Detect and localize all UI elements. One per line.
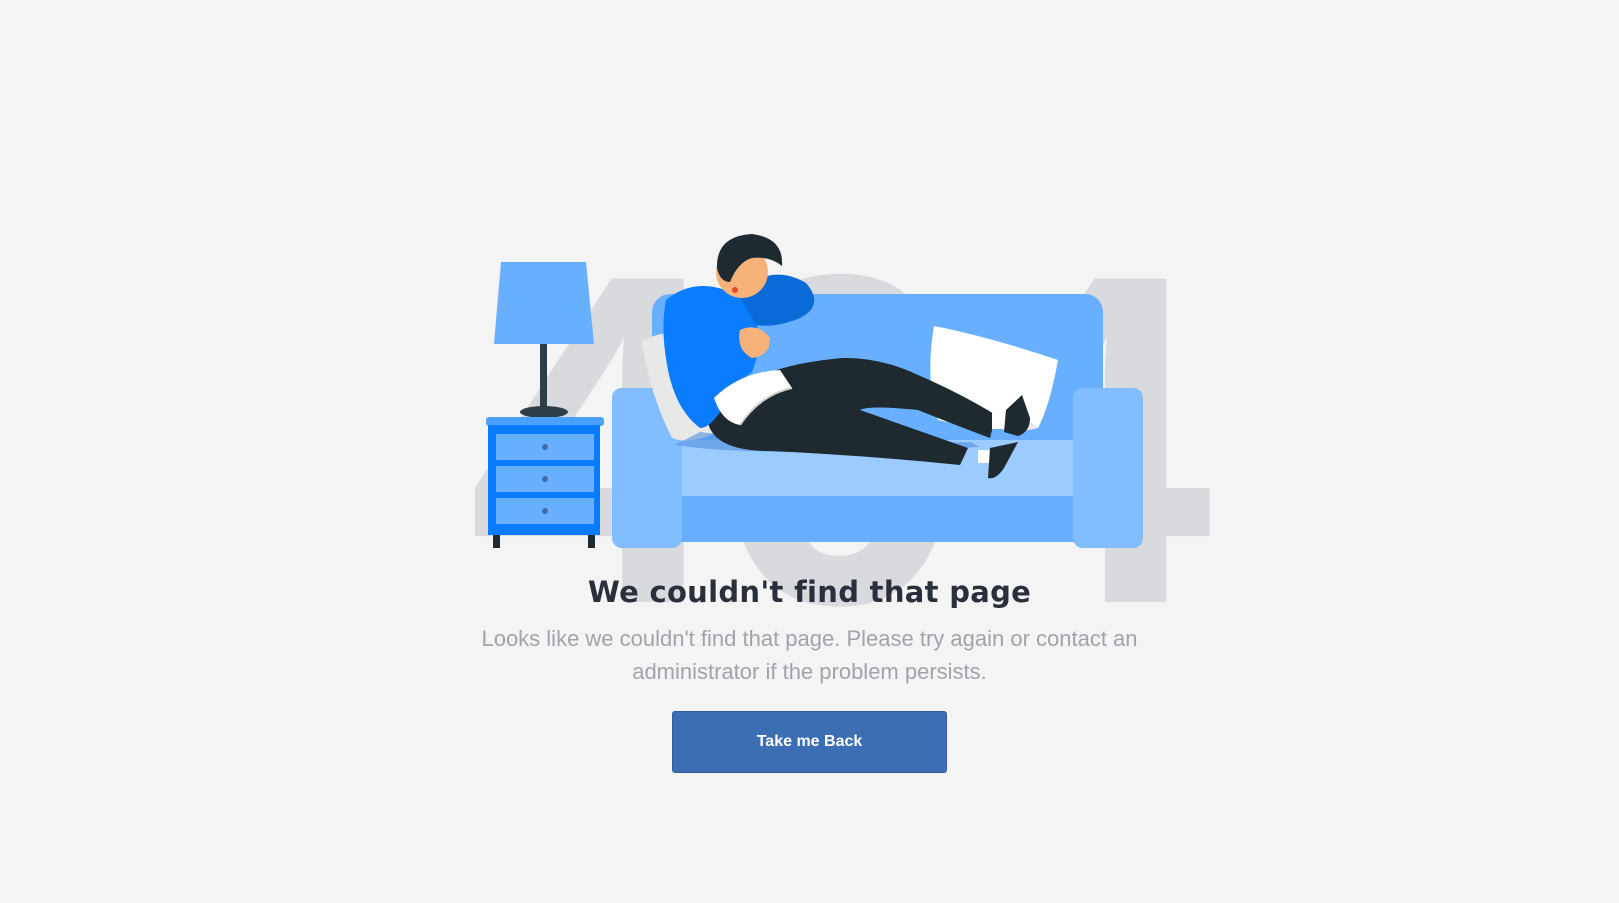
nightstand-icon bbox=[486, 417, 604, 548]
error-content: We couldn't find that page Looks like we… bbox=[0, 572, 1619, 773]
take-me-back-button[interactable]: Take me Back bbox=[672, 711, 947, 773]
error-description: Looks like we couldn't find that page. P… bbox=[481, 626, 1138, 684]
page-title: We couldn't find that page bbox=[587, 575, 1032, 609]
